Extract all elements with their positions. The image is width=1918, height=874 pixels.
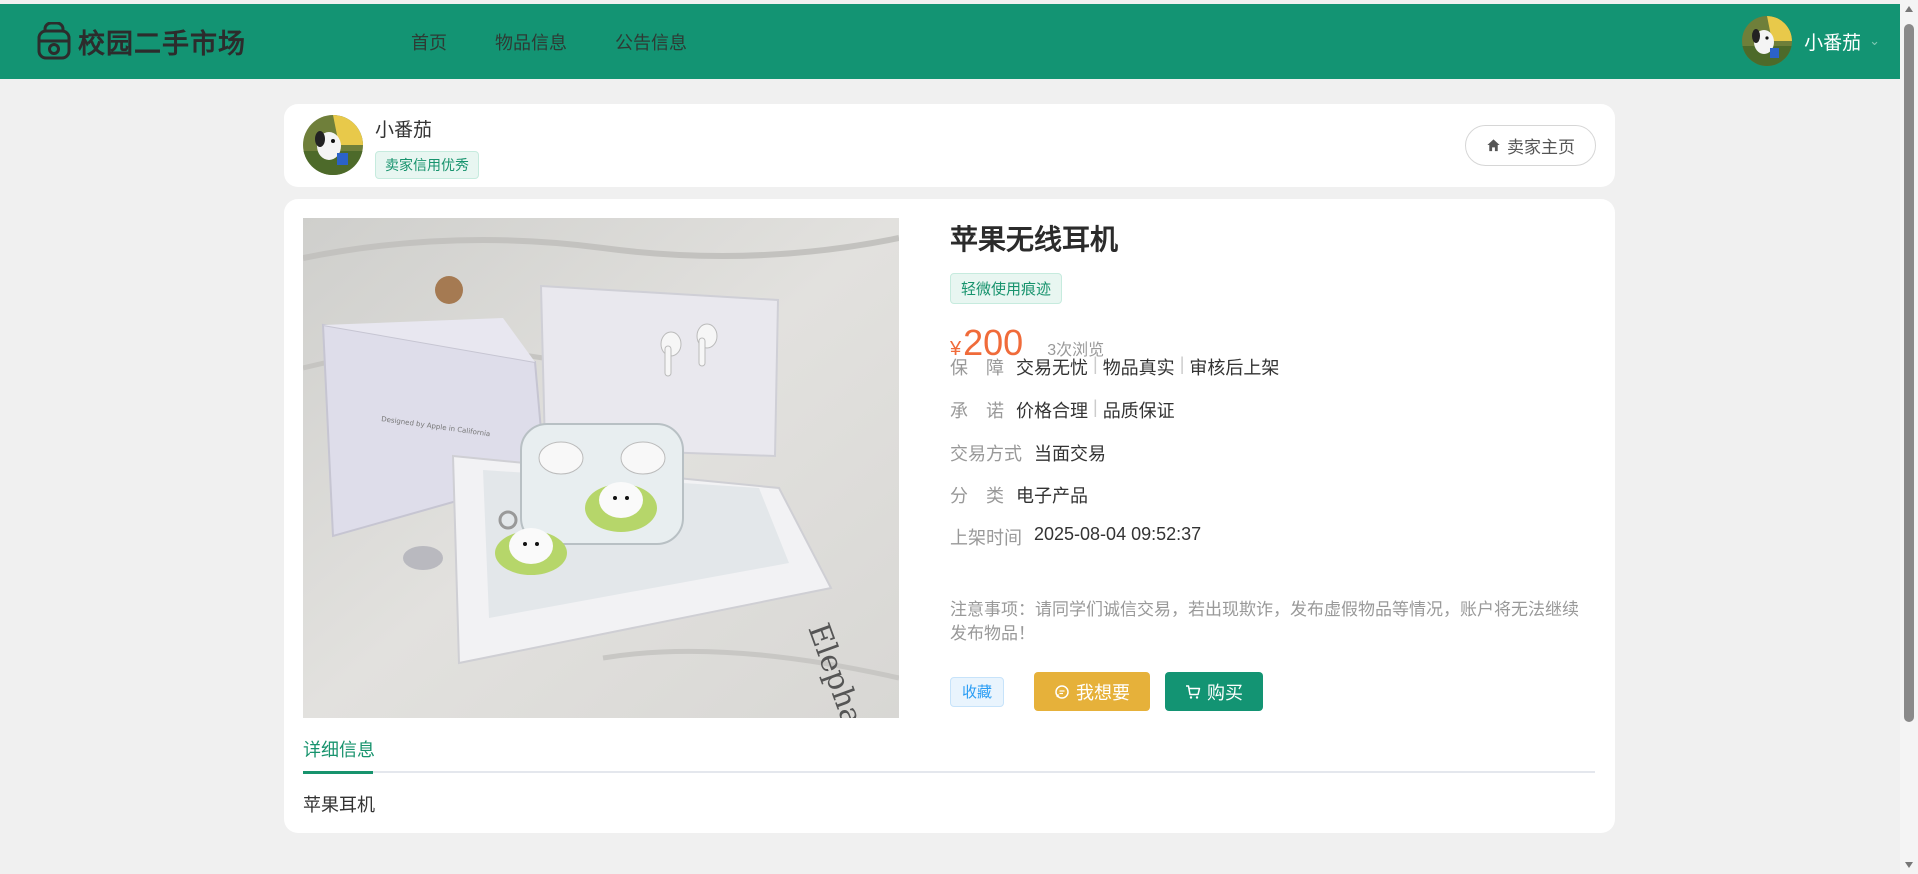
seller-name: 小番茄 <box>375 120 433 141</box>
logo-text: 校园二手市场 <box>78 29 246 59</box>
want-button[interactable]: 我想要 <box>1034 672 1151 711</box>
user-avatar <box>1742 16 1793 66</box>
seller-card: 小番茄 卖家信用优秀 卖家主页 <box>284 104 1615 187</box>
scroll-up-icon[interactable] <box>1905 6 1913 12</box>
shop-bag-icon <box>37 21 71 59</box>
listed-time-row: 上架时间 2025-08-04 09:52:37 <box>950 524 1201 550</box>
nav-item-goods[interactable]: 物品信息 <box>495 29 567 55</box>
seller-avatar <box>303 115 363 175</box>
scroll-thumb[interactable] <box>1904 24 1914 722</box>
buy-button[interactable]: 购买 <box>1165 672 1264 711</box>
detail-tabs: 详细信息 <box>303 736 1595 774</box>
category-value: 电子产品 <box>1016 486 1088 506</box>
user-name: 小番茄 <box>1804 32 1862 54</box>
trade-method-value: 当面交易 <box>1034 444 1106 464</box>
guarantee-value: 交易无忧 <box>1016 358 1088 378</box>
cart-icon <box>1186 684 1201 699</box>
seller-home-label: 卖家主页 <box>1507 138 1575 157</box>
item-detail-card: Designed by Apple in California Elephant… <box>284 199 1615 833</box>
want-label: 我想要 <box>1076 682 1131 703</box>
active-tab-indicator <box>303 771 373 774</box>
promise-label: 承 诺 <box>950 401 1004 421</box>
category-label: 分 类 <box>950 486 1004 506</box>
detail-content: 苹果耳机 <box>303 795 375 815</box>
promise-value: 价格合理 <box>1016 401 1088 421</box>
guarantee-value: 审核后上架 <box>1189 358 1280 378</box>
tab-detail[interactable]: 详细信息 <box>303 736 375 773</box>
separator: | <box>1179 354 1185 374</box>
home-icon <box>1487 139 1500 152</box>
page-scrollbar[interactable] <box>1900 0 1918 874</box>
user-menu[interactable]: 小番茄 ⌄ <box>1742 16 1880 66</box>
condition-badge: 轻微使用痕迹 <box>950 273 1063 304</box>
chat-bubble-icon <box>1055 684 1069 699</box>
favorite-button[interactable]: 收藏 <box>950 676 1005 707</box>
chevron-down-icon: ⌄ <box>1869 33 1880 48</box>
listed-time-value: 2025-08-04 09:52:37 <box>1034 524 1202 544</box>
logo[interactable]: 校园二手市场 <box>36 21 246 62</box>
trade-method-row: 交易方式 当面交易 <box>950 440 1106 466</box>
seller-home-button[interactable]: 卖家主页 <box>1465 125 1596 166</box>
item-photo[interactable]: Designed by Apple in California Elephant <box>303 218 899 718</box>
category-row: 分 类 电子产品 <box>950 482 1088 508</box>
trade-method-label: 交易方式 <box>950 444 1022 464</box>
nav-item-notices[interactable]: 公告信息 <box>615 29 687 55</box>
action-bar: 收藏 我想要 购买 <box>950 672 1264 711</box>
nav-item-home[interactable]: 首页 <box>411 29 447 55</box>
scroll-down-icon[interactable] <box>1905 862 1913 868</box>
guarantee-row: 保 障 交易无忧 | 物品真实 | 审核后上架 <box>950 354 1279 380</box>
separator: | <box>1093 354 1098 374</box>
promise-value: 品质保证 <box>1102 401 1175 421</box>
notice-text: 注意事项：请同学们诚信交易，若出现欺诈，发布虚假物品等情况，账户将无法继续发布物… <box>950 600 1579 643</box>
favorite-label: 收藏 <box>962 684 993 701</box>
listed-time-label: 上架时间 <box>950 528 1022 548</box>
promise-row: 承 诺 价格合理 | 品质保证 <box>950 397 1175 423</box>
separator: | <box>1093 397 1098 417</box>
main-nav: 首页 物品信息 公告信息 <box>411 29 735 55</box>
buy-label: 购买 <box>1207 682 1244 703</box>
guarantee-value: 物品真实 <box>1102 358 1175 378</box>
seller-credit-badge: 卖家信用优秀 <box>375 151 479 179</box>
item-title: 苹果无线耳机 <box>950 224 1119 255</box>
guarantee-label: 保 障 <box>950 358 1004 378</box>
top-navbar: 校园二手市场 首页 物品信息 公告信息 小番茄 ⌄ <box>0 4 1900 79</box>
